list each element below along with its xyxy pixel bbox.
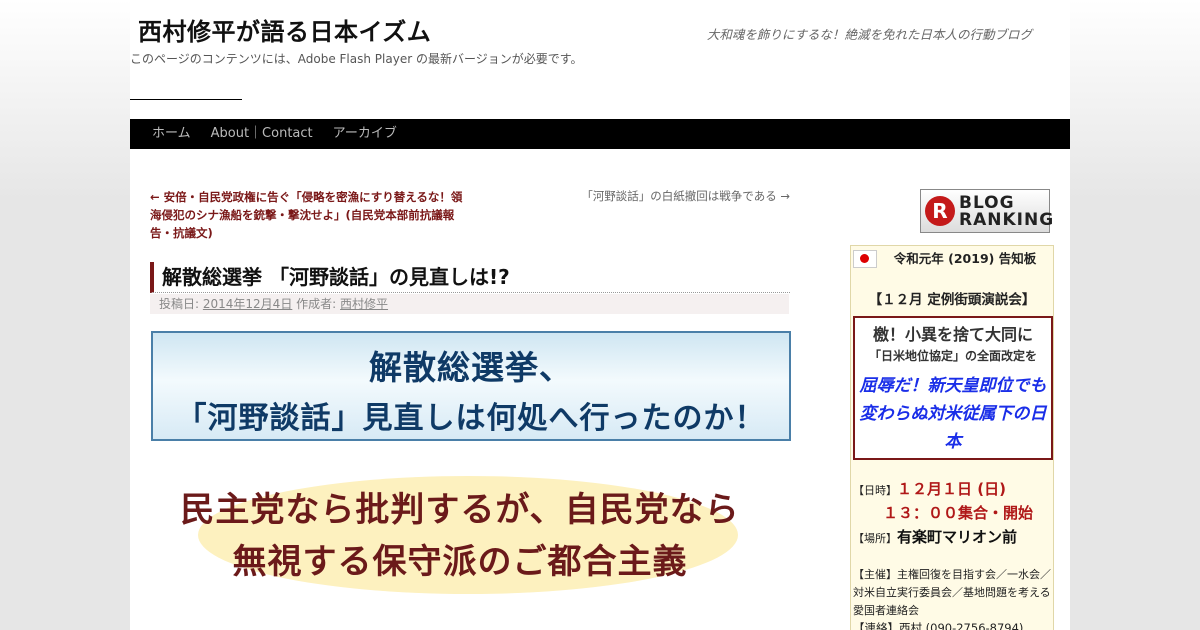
- notice-board: 令和元年 (2019) 告知板 【１２月 定例街頭演説会】 檄！小異を捨て大同に…: [850, 245, 1054, 630]
- slogan-line-3: 屈辱だ！新天皇即位でも変わらぬ対米従属下の日本: [859, 376, 1047, 452]
- event-date: 【日時】１２月１日 (日): [853, 478, 1006, 499]
- flash-notice: このページのコンテンツには、Adobe Flash Player の最新バージョ…: [130, 52, 583, 66]
- japan-flag-icon: [853, 250, 877, 268]
- blog-ranking-badge[interactable]: R BLOG RANKING: [920, 189, 1053, 233]
- page-container: 西村修平が語る日本イズム 大和魂を飾りにするな！絶滅を免れた日本人の行動ブログ …: [130, 0, 1070, 630]
- post-navigation: ← 安倍・自民党政権に告ぐ「侵略を密漁にすり替えるな！領海侵犯のシナ漁船を銃撃・…: [150, 188, 790, 248]
- post-author-link[interactable]: 西村修平: [340, 297, 388, 311]
- meta-author-prefix: 作成者:: [296, 297, 337, 311]
- next-post-link[interactable]: 「河野談話」の白紙撤回は戦争である →: [581, 188, 790, 204]
- slogan-line-2: 「日米地位協定」の全面改定を: [868, 349, 1037, 363]
- event-contact: 【連絡】西村 (090-2756-8794): [853, 621, 1024, 630]
- ranking-logo-icon: R: [925, 196, 955, 226]
- site-title[interactable]: 西村修平が語る日本イズム: [138, 12, 431, 47]
- notice-subheader: 【１２月 定例街頭演説会】: [868, 292, 1036, 308]
- previous-post-link[interactable]: ← 安倍・自民党政権に告ぐ「侵略を密漁にすり替えるな！領海侵犯のシナ漁船を銃撃・…: [150, 188, 470, 242]
- date-value: １２月１日 (日): [897, 480, 1006, 498]
- date-label: 【日時】: [853, 484, 897, 497]
- meta-date-prefix: 投稿日:: [159, 297, 200, 311]
- slogan-line-1: 檄！小異を捨て大同に: [872, 325, 1033, 344]
- main-nav: ホーム About｜Contact アーカイブ: [130, 119, 1070, 149]
- ranking-text-ranking: RANKING: [959, 210, 1055, 230]
- main-content: ← 安倍・自民党政権に告ぐ「侵略を密漁にすり替えるな！領海侵犯のシナ漁船を銃撃・…: [150, 188, 791, 594]
- notice-slogan-box: 檄！小異を捨て大同に 「日米地位協定」の全面改定を 屈辱だ！新天皇即位でも変わら…: [853, 316, 1053, 460]
- nav-home[interactable]: ホーム: [142, 119, 201, 149]
- headline-banner: 解散総選挙、 「河野談話」見直しは何処へ行ったのか！: [151, 331, 791, 441]
- post-title: 解散総選挙 「河野談話」の見直しは!?: [150, 262, 790, 293]
- event-place: 【場所】有楽町マリオン前: [853, 526, 1017, 547]
- banner-line-2: 「河野談話」見直しは何処へ行ったのか！: [176, 401, 766, 436]
- nav-archive[interactable]: アーカイブ: [323, 119, 407, 149]
- nav-about-contact[interactable]: About｜Contact: [201, 119, 323, 149]
- subheadline-line-2: 無視する保守派のご都合主義: [232, 542, 688, 582]
- notice-header: 令和元年 (2019) 告知板: [893, 251, 1037, 266]
- site-description: 大和魂を飾りにするな！絶滅を免れた日本人の行動ブログ: [706, 27, 1032, 42]
- event-organizer: 【主催】主権回復を目指す会／一水会／対米自立実行委員会／基地問題を考える愛国者連…: [853, 568, 1051, 617]
- post-meta: 投稿日: 2014年12月4日 作成者: 西村修平: [150, 294, 789, 314]
- header-divider: [130, 99, 242, 100]
- place-value: 有楽町マリオン前: [897, 528, 1018, 546]
- subheadline-banner: 民主党なら批判するが、自民党なら 無視する保守派のご都合主義: [150, 470, 790, 600]
- subheadline-line-1: 民主党なら批判するが、自民党なら: [180, 490, 740, 530]
- event-time: １３：００集合・開始: [883, 504, 1034, 522]
- banner-line-1: 解散総選挙、: [369, 348, 573, 387]
- post-date-link[interactable]: 2014年12月4日: [203, 297, 292, 311]
- place-label: 【場所】: [853, 532, 897, 545]
